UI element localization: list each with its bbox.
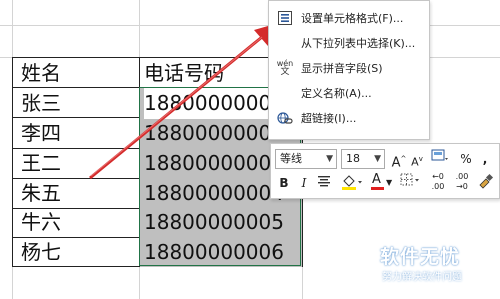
- menu-item-define-name[interactable]: 定义名称(A)...: [269, 82, 429, 104]
- mini-toolbar: 等线 ▼ 18 ▼ A^ Av % , B I A ▼ ←0 .00 .00 →…: [270, 143, 500, 199]
- name-cell[interactable]: 牛六: [21, 207, 139, 238]
- chevron-down-icon: ▼: [326, 154, 333, 164]
- name-cell[interactable]: 朱五: [21, 178, 139, 209]
- context-menu: 设置单元格格式(F)... 从下拉列表中选择(K)... wén 文 显示拼音字…: [268, 0, 430, 140]
- watermark-title: 软件无忧: [380, 246, 461, 268]
- format-painter-icon: [479, 173, 494, 189]
- watermark-logo: 软件无忧 努力解决软件问题: [376, 242, 500, 299]
- comma-style-button[interactable]: ,: [476, 149, 494, 169]
- header-name-cell[interactable]: 姓名: [21, 58, 139, 89]
- menu-item-label: 超链接(I)...: [301, 112, 357, 125]
- align-center-button[interactable]: [315, 173, 333, 193]
- increase-decimal-button[interactable]: ←0 .00: [427, 172, 449, 192]
- font-size-value: 18: [346, 152, 360, 165]
- menu-item-label: 定义名称(A)...: [301, 87, 372, 100]
- fill-color-button[interactable]: [339, 173, 365, 193]
- name-cell[interactable]: 杨七: [21, 237, 139, 268]
- name-cell[interactable]: 王二: [21, 148, 139, 179]
- menu-item-hyperlink[interactable]: 超链接(I)...: [269, 107, 429, 129]
- table-border: [12, 57, 13, 267]
- name-cell[interactable]: 李四: [21, 118, 139, 149]
- percent-style-button[interactable]: %: [457, 149, 475, 169]
- grow-font-button[interactable]: A^: [390, 149, 408, 170]
- align-center-icon: [318, 176, 330, 187]
- menu-item-phonetic[interactable]: wén 文 显示拼音字段(S): [269, 57, 429, 79]
- watermark-subtitle: 努力解决软件问题: [382, 272, 462, 283]
- bold-button[interactable]: B: [275, 173, 293, 193]
- decrease-decimal-button[interactable]: .00 →0: [451, 172, 473, 192]
- font-size-combo[interactable]: 18 ▼: [341, 149, 385, 169]
- phonetic-icon: wén 文: [276, 59, 294, 77]
- font-name-value: 等线: [280, 152, 302, 165]
- chevron-down-icon: ▼: [374, 154, 381, 164]
- format-cells-icon: [275, 9, 295, 27]
- paint-bucket-icon: [342, 175, 362, 190]
- font-color-button[interactable]: A ▼: [369, 172, 395, 193]
- format-painter-button[interactable]: [476, 173, 496, 193]
- hyperlink-icon: [275, 109, 295, 127]
- menu-item-label: 设置单元格格式(F)...: [301, 12, 404, 25]
- menu-item-pick-from-list[interactable]: 从下拉列表中选择(K)...: [269, 32, 429, 54]
- borders-button[interactable]: [399, 173, 423, 193]
- menu-item-label: 显示拼音字段(S): [301, 62, 383, 75]
- menu-item-format-cells[interactable]: 设置单元格格式(F)...: [269, 7, 429, 29]
- italic-button[interactable]: I: [295, 173, 313, 193]
- shrink-font-button[interactable]: Av: [408, 149, 426, 169]
- cell-styles-icon: [431, 149, 448, 161]
- menu-item-label: 从下拉列表中选择(K)...: [301, 37, 416, 50]
- cell-styles-button[interactable]: [429, 149, 451, 169]
- borders-icon: [400, 173, 419, 186]
- name-cell[interactable]: 张三: [21, 88, 139, 119]
- font-name-combo[interactable]: 等线 ▼: [275, 149, 337, 169]
